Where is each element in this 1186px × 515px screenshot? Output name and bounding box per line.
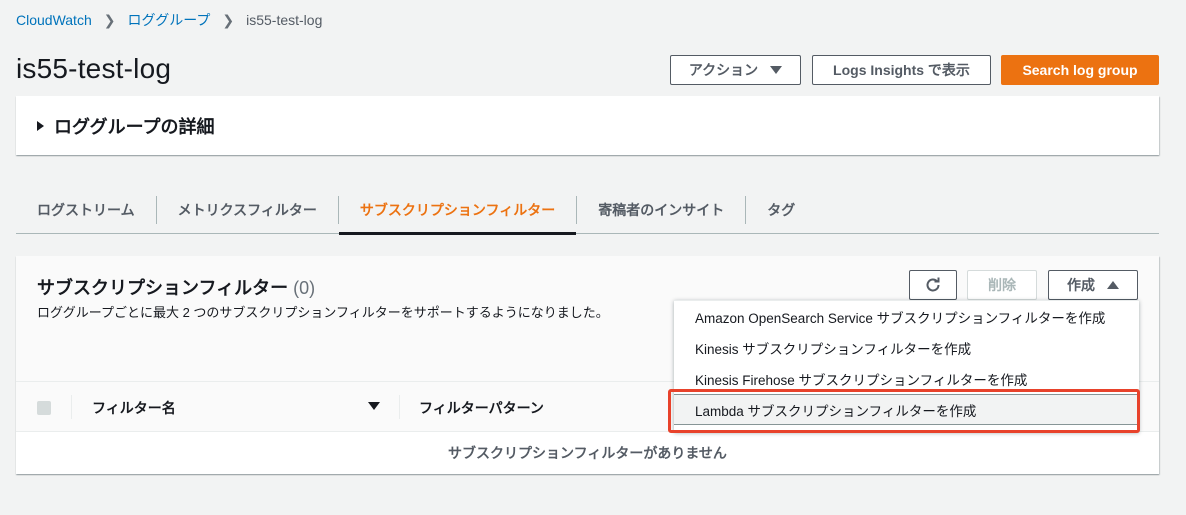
actions-button[interactable]: アクション xyxy=(670,55,801,85)
tab-label: 寄稿者のインサイト xyxy=(598,202,725,218)
tab-label: サブスクリプションフィルター xyxy=(359,202,556,218)
delete-button[interactable]: 削除 xyxy=(967,270,1037,300)
breadcrumb-cloudwatch-link[interactable]: CloudWatch xyxy=(16,12,92,28)
tab-label: ログストリーム xyxy=(37,202,135,218)
tab-label: タグ xyxy=(767,202,796,218)
caret-up-icon xyxy=(1107,281,1119,289)
breadcrumb: CloudWatch ❯ ロググループ ❯ is55-test-log xyxy=(16,11,322,29)
logs-insights-button[interactable]: Logs Insights で表示 xyxy=(812,55,991,85)
actions-button-label: アクション xyxy=(688,62,759,78)
panel-title: サブスクリプションフィルター (0) xyxy=(37,274,315,300)
panel-description: ロググループごとに最大 2 つのサブスクリプションフィルターをサポートするように… xyxy=(37,305,609,320)
tab-subscription-filters[interactable]: サブスクリプションフィルター xyxy=(338,186,577,235)
menu-item-opensearch[interactable]: Amazon OpenSearch Service サブスクリプションフィルター… xyxy=(674,301,1139,332)
expand-triangle-icon xyxy=(37,120,44,131)
chevron-right-icon: ❯ xyxy=(222,11,235,28)
tab-bar: ログストリーム メトリクスフィルター サブスクリプションフィルター 寄稿者のイン… xyxy=(16,186,1159,235)
column-divider xyxy=(399,395,400,419)
refresh-icon xyxy=(926,277,940,292)
sort-descending-icon[interactable] xyxy=(368,402,380,410)
panel-title-text: サブスクリプションフィルター xyxy=(37,278,289,298)
caret-down-icon xyxy=(770,66,783,74)
select-all-checkbox[interactable] xyxy=(37,401,51,415)
empty-state-message: サブスクリプションフィルターがありません xyxy=(448,445,727,461)
highlight-annotation-box xyxy=(668,389,1140,433)
refresh-button[interactable] xyxy=(909,270,957,300)
tab-metric-filters[interactable]: メトリクスフィルター xyxy=(157,186,338,234)
filter-count: (0) xyxy=(293,278,316,298)
create-button[interactable]: 作成 xyxy=(1048,270,1138,300)
breadcrumb-log-groups-link[interactable]: ロググループ xyxy=(127,10,210,30)
breadcrumb-current: is55-test-log xyxy=(246,12,323,28)
search-log-group-button[interactable]: Search log group xyxy=(1001,55,1159,85)
tab-tags[interactable]: タグ xyxy=(746,186,816,234)
create-button-label: 作成 xyxy=(1067,277,1095,293)
tab-log-streams[interactable]: ログストリーム xyxy=(16,186,156,234)
tab-contributor-insights[interactable]: 寄稿者のインサイト xyxy=(577,186,745,234)
column-header-filter-name[interactable]: フィルター名 xyxy=(92,398,176,418)
log-group-details-title: ロググループの詳細 xyxy=(54,116,215,137)
page-title: is55-test-log xyxy=(16,53,172,84)
column-header-filter-pattern[interactable]: フィルターパターン xyxy=(419,398,544,418)
log-group-details-panel[interactable]: ロググループの詳細 xyxy=(16,96,1159,155)
column-divider xyxy=(71,395,72,419)
menu-item-kinesis[interactable]: Kinesis サブスクリプションフィルターを作成 xyxy=(674,332,1139,363)
tab-label: メトリクスフィルター xyxy=(177,202,317,218)
chevron-right-icon: ❯ xyxy=(103,11,116,28)
